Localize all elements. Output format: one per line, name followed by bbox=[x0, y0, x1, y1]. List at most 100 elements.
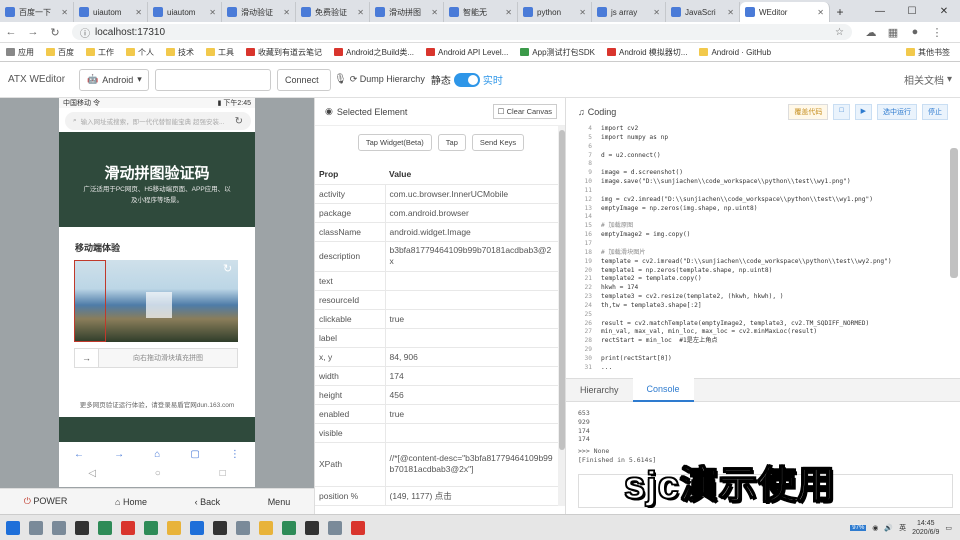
code-scrollbar[interactable] bbox=[950, 148, 958, 278]
app-icon-1[interactable] bbox=[75, 520, 89, 535]
start-icon[interactable] bbox=[6, 520, 20, 535]
prop-value[interactable] bbox=[384, 271, 558, 291]
prop-value[interactable]: true bbox=[384, 404, 558, 424]
bookmark-item[interactable]: 其他书签 bbox=[906, 47, 950, 58]
prop-value[interactable]: true bbox=[384, 309, 558, 329]
send-keys-button[interactable]: Send Keys bbox=[471, 134, 525, 151]
properties-scrollbar[interactable] bbox=[558, 126, 565, 506]
notification-icon[interactable]: ▭ bbox=[945, 524, 952, 532]
browser-nav-icon-1[interactable]: → bbox=[114, 449, 124, 460]
browser-nav-icon-0[interactable]: ← bbox=[74, 449, 84, 460]
bookmark-item[interactable]: 应用 bbox=[6, 47, 34, 58]
tab-2[interactable]: uiautom ✕ bbox=[148, 2, 222, 22]
tab-10[interactable]: WEditor ✕ bbox=[740, 2, 830, 22]
connect-button[interactable]: Connect bbox=[277, 68, 332, 91]
ime-indicator[interactable]: 英 bbox=[899, 523, 906, 533]
bookmark-item[interactable]: Android · GitHub bbox=[699, 48, 771, 57]
profile-icon[interactable]: ● bbox=[904, 26, 926, 38]
tab-5[interactable]: 滑动拼图 ✕ bbox=[370, 2, 444, 22]
tap-widget-button[interactable]: Tap Widget(Beta) bbox=[357, 134, 432, 151]
battery-indicator[interactable]: 97% bbox=[850, 524, 867, 531]
back-icon[interactable]: ← bbox=[0, 26, 22, 38]
coding-button-4[interactable]: 停止 bbox=[922, 104, 948, 120]
captcha-slider[interactable]: → 向右拖动滑块填充拼图 bbox=[74, 348, 238, 368]
close-tab-icon[interactable]: ✕ bbox=[357, 8, 364, 17]
bookmark-item[interactable]: 个人 bbox=[126, 47, 154, 58]
coding-button-2[interactable]: ▶ bbox=[854, 104, 872, 120]
bookmark-item[interactable]: App测试打包SDK bbox=[520, 47, 595, 58]
prop-value[interactable]: com.android.browser bbox=[384, 203, 558, 223]
app-icon-3[interactable] bbox=[121, 520, 135, 535]
tab-7[interactable]: python ✕ bbox=[518, 2, 592, 22]
bookmark-item[interactable]: 工作 bbox=[86, 47, 114, 58]
microphone-icon[interactable]: 🎙 bbox=[334, 74, 347, 85]
serial-input[interactable] bbox=[155, 68, 272, 91]
coding-button-0[interactable]: 覆盖代码 bbox=[788, 104, 829, 120]
system-nav-icon-2[interactable]: □ bbox=[220, 468, 226, 479]
phone-search-bar[interactable]: ⌕ 输入网址或搜索，即一代代替智能宝典 超强安装... ↻ bbox=[65, 112, 251, 130]
close-tab-icon[interactable]: ✕ bbox=[283, 8, 290, 17]
browser-nav-icon-3[interactable]: ▢ bbox=[190, 449, 199, 460]
prop-value[interactable] bbox=[384, 290, 558, 310]
close-tab-icon[interactable]: ✕ bbox=[817, 8, 824, 17]
settings-icon[interactable] bbox=[52, 520, 66, 535]
coding-button-1[interactable]: □ bbox=[833, 104, 850, 120]
menu-icon[interactable]: ⋮ bbox=[926, 26, 948, 39]
prop-value[interactable] bbox=[384, 328, 558, 348]
terminal-icon[interactable] bbox=[305, 520, 319, 535]
close-icon[interactable]: ✕ bbox=[928, 6, 960, 17]
prop-value[interactable]: android.widget.Image bbox=[384, 222, 558, 242]
app-icon-10[interactable] bbox=[351, 520, 365, 535]
refresh-icon[interactable]: ↻ bbox=[235, 116, 243, 127]
reload-icon[interactable]: ↻ bbox=[44, 26, 66, 39]
extension-icon[interactable]: ☁ bbox=[860, 26, 882, 39]
platform-select[interactable]: 🤖 Android ▾ bbox=[79, 68, 150, 91]
tap-button[interactable]: Tap bbox=[437, 134, 466, 151]
app-icon-5[interactable] bbox=[167, 520, 181, 535]
close-tab-icon[interactable]: ✕ bbox=[727, 8, 734, 17]
bookmark-item[interactable]: 收藏到有道云笔记 bbox=[246, 47, 322, 58]
bookmark-item[interactable]: 技术 bbox=[166, 47, 194, 58]
bookmark-item[interactable]: Android之Build类... bbox=[334, 47, 414, 58]
close-tab-icon[interactable]: ✕ bbox=[579, 8, 586, 17]
url-input[interactable]: ⓘ localhost:17310 ☆ bbox=[72, 24, 852, 40]
prop-value[interactable]: //*[@content-desc="b3bfa81779464109b99b7… bbox=[384, 442, 558, 487]
slider-handle[interactable]: → bbox=[75, 349, 99, 367]
bookmark-item[interactable]: Android API Level... bbox=[426, 48, 508, 57]
close-tab-icon[interactable]: ✕ bbox=[505, 8, 512, 17]
app-icon-2[interactable] bbox=[98, 520, 112, 535]
app-icon-4[interactable] bbox=[144, 520, 158, 535]
back-button[interactable]: ‹ Back bbox=[195, 497, 221, 507]
new-tab-button[interactable]: + bbox=[830, 2, 850, 22]
tab-1[interactable]: uiautom ✕ bbox=[74, 2, 148, 22]
maximize-icon[interactable]: ☐ bbox=[896, 6, 928, 17]
volume-icon[interactable]: 🔊 bbox=[884, 524, 893, 532]
tab-8[interactable]: js array ✕ bbox=[592, 2, 666, 22]
realtime-toggle[interactable] bbox=[453, 72, 480, 87]
tab-3[interactable]: 滑动验证 ✕ bbox=[222, 2, 296, 22]
minimize-icon[interactable]: — bbox=[864, 6, 896, 17]
bookmark-item[interactable]: 百度 bbox=[46, 47, 74, 58]
search-icon[interactable] bbox=[29, 520, 43, 535]
prop-value[interactable]: 84, 906 bbox=[384, 347, 558, 367]
docs-link[interactable]: 相关文档 bbox=[904, 72, 944, 87]
tab-9[interactable]: JavaScri ✕ bbox=[666, 2, 740, 22]
chrome-icon[interactable] bbox=[190, 520, 204, 535]
clear-canvas-button[interactable]: ☐ Clear Canvas bbox=[492, 104, 557, 119]
bookmark-item[interactable]: 工具 bbox=[206, 47, 234, 58]
coding-button-3[interactable]: 选中运行 bbox=[877, 104, 917, 120]
console-tab-console[interactable]: Console bbox=[632, 378, 694, 402]
clock[interactable]: 14:45 2020/6/9 bbox=[912, 519, 939, 537]
app-icon-7[interactable] bbox=[236, 520, 250, 535]
power-button[interactable]: ⏻ POWER bbox=[24, 496, 68, 507]
folder-icon[interactable] bbox=[259, 520, 273, 535]
console-tab-hierarchy[interactable]: Hierarchy bbox=[566, 378, 633, 402]
close-tab-icon[interactable]: ✕ bbox=[653, 8, 660, 17]
tab-0[interactable]: 百度一下 ✕ bbox=[0, 2, 74, 22]
close-tab-icon[interactable]: ✕ bbox=[135, 8, 142, 17]
prop-value[interactable]: b3bfa81779464109b99b70181acdbab3@2x bbox=[384, 241, 558, 272]
app-icon-6[interactable] bbox=[213, 520, 227, 535]
browser-nav-icon-4[interactable]: ⋮ bbox=[230, 449, 240, 460]
close-tab-icon[interactable]: ✕ bbox=[431, 8, 438, 17]
close-tab-icon[interactable]: ✕ bbox=[61, 8, 68, 17]
